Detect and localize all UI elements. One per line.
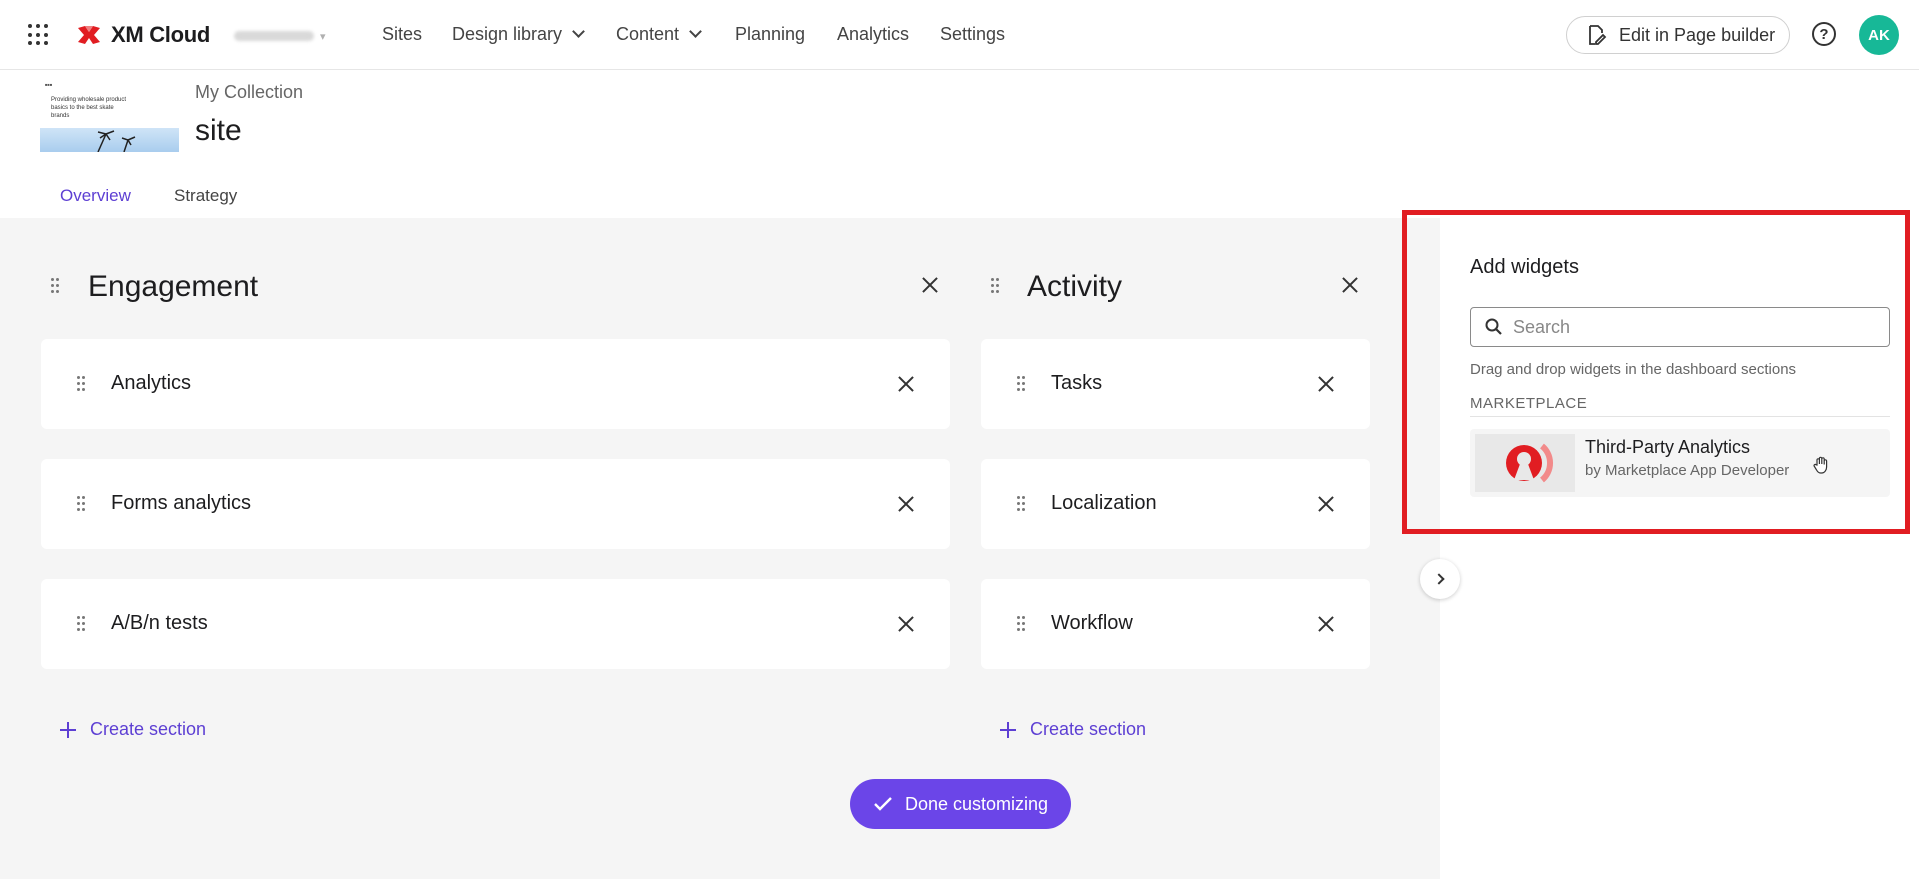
close-icon[interactable] bbox=[896, 374, 916, 394]
plus-icon bbox=[60, 721, 76, 738]
plus-icon bbox=[1000, 721, 1016, 738]
highlight-box bbox=[1402, 210, 1910, 534]
thumbnail-tagline: Providing wholesale product basics to th… bbox=[51, 97, 127, 119]
nav-planning[interactable]: Planning bbox=[735, 24, 805, 45]
collection-name[interactable]: My Collection bbox=[195, 82, 303, 103]
widget-label: Localization bbox=[1051, 492, 1157, 514]
nav-analytics[interactable]: Analytics bbox=[837, 24, 909, 45]
drag-handle-icon[interactable] bbox=[1017, 616, 1025, 632]
close-icon[interactable] bbox=[1340, 275, 1360, 295]
drag-handle-icon[interactable] bbox=[1017, 496, 1025, 512]
section-title-activity: Activity bbox=[1027, 270, 1123, 303]
nav-settings[interactable]: Settings bbox=[940, 24, 1005, 45]
edit-in-page-builder-button[interactable]: Edit in Page builder bbox=[1566, 16, 1790, 54]
collapse-panel-button[interactable] bbox=[1420, 559, 1460, 599]
chevron-down-icon: ▾ bbox=[320, 30, 326, 43]
widget-label: Forms analytics bbox=[111, 492, 252, 514]
close-icon[interactable] bbox=[1316, 374, 1336, 394]
top-navigation: XM Cloud ▾ Sites Design library Content … bbox=[0, 0, 1919, 70]
drag-handle-icon[interactable] bbox=[1017, 376, 1025, 392]
site-thumbnail: ■■■ Providing wholesale product basics t… bbox=[40, 80, 179, 152]
checkmark-icon bbox=[874, 797, 892, 811]
widget-card-localization[interactable]: Localization bbox=[981, 459, 1370, 549]
chevron-down-icon bbox=[572, 25, 585, 38]
nav-content[interactable]: Content bbox=[616, 24, 702, 45]
widget-card-workflow[interactable]: Workflow bbox=[981, 579, 1370, 669]
widget-card-tasks[interactable]: Tasks bbox=[981, 339, 1370, 429]
help-icon[interactable]: ? bbox=[1812, 22, 1836, 46]
drag-handle-icon[interactable] bbox=[991, 278, 999, 294]
widget-label: Tasks bbox=[1051, 372, 1103, 394]
user-avatar[interactable]: AK bbox=[1859, 15, 1899, 55]
widget-card-analytics[interactable]: Analytics bbox=[41, 339, 950, 429]
palm-tree-image bbox=[97, 130, 136, 152]
page-title: site bbox=[195, 114, 242, 147]
done-customizing-button[interactable]: Done customizing bbox=[850, 779, 1071, 829]
close-icon[interactable] bbox=[896, 494, 916, 514]
close-icon[interactable] bbox=[896, 614, 916, 634]
section-title-engagement: Engagement bbox=[88, 270, 259, 303]
site-selector-value bbox=[234, 31, 314, 41]
app-switcher-icon[interactable] bbox=[28, 24, 50, 46]
site-selector[interactable]: ▾ bbox=[234, 29, 326, 43]
close-icon[interactable] bbox=[1316, 494, 1336, 514]
chevron-right-icon bbox=[1432, 573, 1445, 585]
drag-handle-icon[interactable] bbox=[77, 496, 85, 512]
widget-card-forms-analytics[interactable]: Forms analytics bbox=[41, 459, 950, 549]
tab-overview[interactable]: Overview bbox=[60, 186, 131, 206]
create-section-button[interactable]: Create section bbox=[60, 719, 206, 740]
brand-name[interactable]: XM Cloud bbox=[111, 22, 210, 48]
close-icon[interactable] bbox=[1316, 614, 1336, 634]
widget-label: A/B/n tests bbox=[111, 612, 208, 634]
nav-design-library[interactable]: Design library bbox=[452, 24, 585, 45]
chevron-down-icon bbox=[689, 25, 702, 38]
close-icon[interactable] bbox=[920, 275, 940, 295]
widget-label: Analytics bbox=[111, 372, 192, 394]
widget-card-abn-tests[interactable]: A/B/n tests bbox=[41, 579, 950, 669]
drag-handle-icon[interactable] bbox=[77, 616, 85, 632]
drag-handle-icon[interactable] bbox=[51, 278, 59, 294]
widget-label: Workflow bbox=[1051, 612, 1133, 634]
xm-cloud-logo-icon bbox=[78, 26, 100, 44]
nav-sites[interactable]: Sites bbox=[382, 24, 422, 45]
drag-handle-icon[interactable] bbox=[77, 376, 85, 392]
create-section-button[interactable]: Create section bbox=[1000, 719, 1146, 740]
tab-strategy[interactable]: Strategy bbox=[174, 186, 237, 206]
edit-page-icon bbox=[1589, 25, 1607, 45]
